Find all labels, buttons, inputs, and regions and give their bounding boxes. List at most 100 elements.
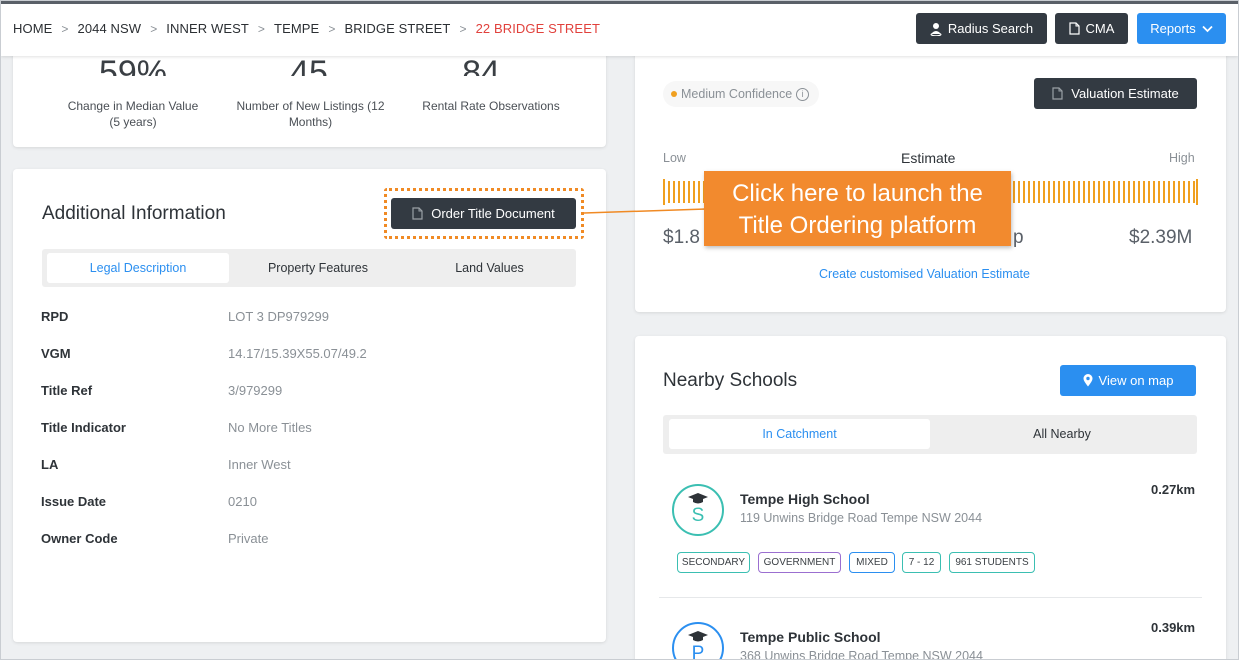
- legal-label-la: LA: [41, 457, 59, 472]
- breadcrumb: HOME > 2044 NSW > INNER WEST > TEMPE > B…: [13, 21, 600, 36]
- stat-label-new-listings: Number of New Listings (12 Months): [218, 98, 403, 130]
- document-icon: [1068, 22, 1080, 35]
- stat-value-median-change: 59%: [53, 58, 213, 76]
- additional-information-title: Additional Information: [42, 203, 226, 224]
- document-icon: [1052, 87, 1063, 100]
- range-start-marker: [663, 179, 665, 205]
- school-list-item[interactable]: S Tempe High School 119 Unwins Bridge Ro…: [661, 476, 1201, 576]
- breadcrumb-postcode[interactable]: 2044 NSW: [78, 21, 142, 36]
- school-level-letter: S: [691, 505, 705, 526]
- map-pin-icon: [1083, 374, 1093, 387]
- tab-in-catchment[interactable]: In Catchment: [669, 419, 930, 449]
- chevron-down-icon: [1202, 25, 1213, 32]
- school-name: Tempe High School: [740, 491, 870, 507]
- chevron-right-icon: >: [61, 21, 69, 36]
- school-badges: SECONDARY GOVERNMENT MIXED 7 - 12 961 ST…: [677, 552, 1077, 574]
- range-end-marker: [1196, 179, 1198, 205]
- stat-label-line: Number of New Listings (12: [236, 99, 385, 113]
- valuation-estimate-card: Medium Confidence i Valuation Estimate L…: [635, 21, 1226, 312]
- badge-gender: MIXED: [849, 552, 895, 573]
- legal-value-issue-date: 0210: [228, 494, 257, 509]
- cma-button[interactable]: CMA: [1055, 13, 1128, 44]
- low-value: $1.8: [663, 227, 700, 248]
- tab-property-features[interactable]: Property Features: [232, 253, 404, 283]
- callout-line: Click here to launch the: [732, 180, 983, 207]
- view-on-map-button[interactable]: View on map: [1060, 365, 1196, 396]
- school-distance: 0.39km: [1151, 620, 1196, 635]
- stat-value-rental-observations: 84: [401, 58, 561, 76]
- school-list-item[interactable]: P Tempe Public School 368 Unwins Bridge …: [661, 614, 1201, 660]
- view-on-map-label: View on map: [1098, 373, 1174, 388]
- breadcrumb-home[interactable]: HOME: [13, 21, 52, 36]
- confidence-label: Medium Confidence: [681, 87, 793, 101]
- callout-line: Title Ordering platform: [738, 212, 977, 239]
- legal-value-la: Inner West: [228, 457, 291, 472]
- stat-label-line: Months): [288, 115, 333, 129]
- order-title-highlight-outline: [384, 188, 584, 239]
- callout-connector-line: [584, 208, 707, 214]
- tab-land-values[interactable]: Land Values: [407, 253, 572, 283]
- info-icon[interactable]: i: [796, 87, 810, 101]
- confidence-badge: Medium Confidence i: [663, 81, 820, 107]
- legal-value-vgm: 14.17/15.39X55.07/49.2: [228, 346, 367, 361]
- valuation-estimate-button[interactable]: Valuation Estimate: [1034, 78, 1197, 109]
- legal-label-vgm: VGM: [41, 346, 71, 361]
- valuation-estimate-label: Valuation Estimate: [1071, 86, 1179, 101]
- stat-value-new-listings: 45: [229, 58, 389, 76]
- legal-value-rpd: LOT 3 DP979299: [228, 309, 329, 324]
- range-high-label: High: [1169, 151, 1195, 165]
- additional-information-card: Additional Information Order Title Docum…: [13, 169, 606, 642]
- legal-label-title-indicator: Title Indicator: [41, 420, 126, 435]
- confidence-dot-icon: [671, 91, 677, 97]
- legal-label-title-ref: Title Ref: [41, 383, 93, 398]
- nearby-schools-card: Nearby Schools View on map In Catchment …: [635, 336, 1226, 660]
- legal-value-title-ref: 3/979299: [228, 383, 283, 398]
- badge-years: 7 - 12: [902, 552, 941, 573]
- tab-legal-description[interactable]: Legal Description: [47, 253, 229, 283]
- breadcrumb-suburb[interactable]: TEMPE: [274, 21, 319, 36]
- range-estimate-label: Estimate: [901, 150, 956, 166]
- stat-label-line: Change in Median Value: [67, 99, 199, 113]
- stat-label-median-change: Change in Median Value (5 years): [43, 98, 223, 130]
- create-custom-valuation-link[interactable]: Create customised Valuation Estimate: [819, 267, 1030, 281]
- breadcrumb-current: 22 BRIDGE STREET: [475, 21, 601, 36]
- school-icon: S: [672, 484, 724, 536]
- nearby-schools-title: Nearby Schools: [663, 370, 798, 391]
- chevron-right-icon: >: [257, 21, 266, 36]
- reports-label: Reports: [1150, 21, 1196, 36]
- tab-all-nearby[interactable]: All Nearby: [931, 419, 1193, 449]
- school-distance: 0.27km: [1151, 482, 1196, 497]
- breadcrumb-street[interactable]: BRIDGE STREET: [344, 21, 450, 36]
- map-pin-person-icon: [930, 22, 942, 36]
- legal-label-rpd: RPD: [41, 309, 69, 324]
- legal-label-owner-code: Owner Code: [41, 531, 118, 546]
- radius-search-button[interactable]: Radius Search: [916, 13, 1047, 44]
- badge-students: 961 STUDENTS: [949, 552, 1035, 573]
- divider: [659, 597, 1202, 598]
- school-name: Tempe Public School: [740, 629, 881, 645]
- school-address: 119 Unwins Bridge Road Tempe NSW 2044: [740, 511, 983, 525]
- breadcrumb-council[interactable]: INNER WEST: [166, 21, 249, 36]
- high-value: $2.39M: [1129, 227, 1193, 248]
- badge-sector: GOVERNMENT: [758, 552, 841, 573]
- app-frame: HOME > 2044 NSW > INNER WEST > TEMPE > B…: [0, 0, 1239, 660]
- stat-label-rental-observations: Rental Rate Observations: [406, 98, 576, 114]
- range-low-label: Low: [663, 151, 686, 165]
- additional-info-tabs: Legal Description Property Features Land…: [42, 249, 576, 287]
- cma-label: CMA: [1085, 21, 1115, 36]
- top-header: HOME > 2044 NSW > INNER WEST > TEMPE > B…: [1, 1, 1238, 56]
- school-icon: P: [672, 622, 724, 659]
- estimate-value-partial: p: [1013, 227, 1024, 248]
- stat-label-line: (5 years): [109, 115, 157, 129]
- reports-dropdown-button[interactable]: Reports: [1137, 13, 1226, 44]
- chevron-right-icon: >: [328, 21, 336, 36]
- tutorial-callout: Click here to launch the Title Ordering …: [704, 171, 1011, 246]
- legal-value-title-indicator: No More Titles: [228, 420, 312, 435]
- school-address: 368 Unwins Bridge Road Tempe NSW 2044: [740, 649, 983, 660]
- school-tabs: In Catchment All Nearby: [663, 415, 1197, 454]
- radius-search-label: Radius Search: [947, 21, 1034, 36]
- legal-label-issue-date: Issue Date: [41, 494, 107, 509]
- stat-label-line: Rental Rate Observations: [422, 99, 560, 113]
- legal-value-owner-code: Private: [228, 531, 269, 546]
- badge-school-type: SECONDARY: [677, 552, 750, 573]
